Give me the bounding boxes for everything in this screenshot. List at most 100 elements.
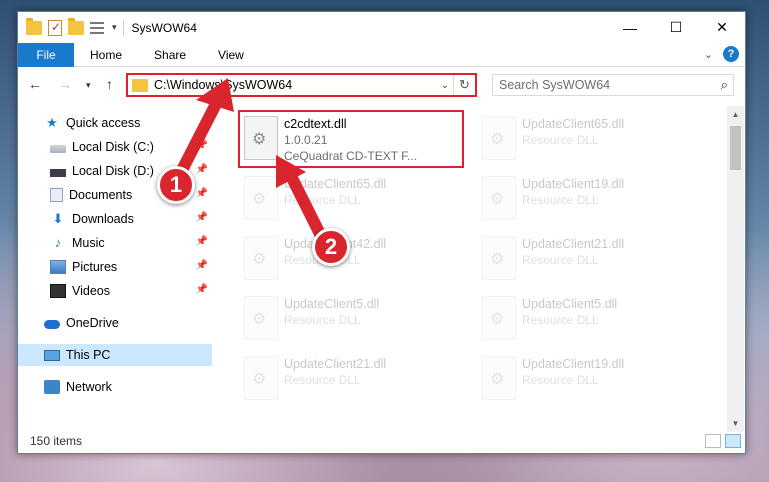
item-count: 150 items — [30, 434, 83, 448]
sidebar-item-local-disk-c[interactable]: Local Disk (C:) 📌 — [18, 136, 212, 158]
search-input[interactable]: Search SysWOW64 ⌕ — [492, 74, 734, 96]
dll-file-icon — [244, 356, 278, 400]
properties-list-icon[interactable] — [90, 21, 106, 35]
scroll-thumb[interactable] — [730, 126, 741, 170]
sidebar-item-onedrive[interactable]: OneDrive — [18, 312, 212, 334]
navigation-bar: ← → ▾ ↑ C:\Windows\SysWOW64 ⌄ ↻ Search S… — [18, 70, 745, 100]
minimize-button[interactable]: — — [607, 12, 653, 43]
close-button[interactable]: ✕ — [699, 12, 745, 43]
ribbon-right-controls: ⌄ ? — [704, 46, 739, 62]
recent-locations-chevron-icon[interactable]: ▾ — [86, 80, 91, 91]
file-type: Resource DLL — [522, 313, 599, 327]
file-name: UpdateClient21.dll — [522, 237, 625, 251]
file-type: Resource DLL — [522, 133, 599, 147]
pictures-icon — [50, 260, 66, 274]
drive-icon — [50, 169, 66, 177]
large-icons-view-icon[interactable] — [725, 434, 741, 448]
list-item[interactable]: UpdateClient5.dll Resource DLL — [478, 292, 708, 350]
file-explorer-window: ▾ SysWOW64 — ☐ ✕ File Home Share View ⌄ … — [17, 11, 746, 454]
details-view-icon[interactable] — [705, 434, 721, 448]
address-path[interactable]: C:\Windows\SysWOW64 — [154, 78, 437, 92]
sidebar-item-music[interactable]: ♪ Music 📌 — [18, 232, 212, 254]
sidebar-item-downloads[interactable]: ⬇ Downloads 📌 — [18, 208, 212, 230]
downloads-icon: ⬇ — [52, 211, 64, 226]
sidebar-item-this-pc[interactable]: This PC — [18, 344, 212, 366]
toolbar-divider — [122, 19, 124, 36]
sidebar-item-videos[interactable]: Videos 📌 — [18, 280, 212, 302]
vertical-scrollbar[interactable]: ▲ ▼ — [727, 106, 744, 432]
sidebar-item-pictures[interactable]: Pictures 📌 — [18, 256, 212, 278]
file-name: UpdateClient5.dll — [284, 297, 380, 311]
ribbon-tabs: File Home Share View ⌄ ? — [18, 42, 745, 67]
maximize-button[interactable]: ☐ — [653, 12, 699, 43]
address-dropdown-chevron-icon[interactable]: ⌄ — [437, 80, 453, 91]
tab-share[interactable]: Share — [138, 48, 202, 62]
tab-file[interactable]: File — [18, 42, 74, 67]
back-arrow-icon[interactable]: ← — [28, 76, 42, 92]
sidebar-item-label: This PC — [66, 348, 111, 362]
address-bar[interactable]: C:\Windows\SysWOW64 ⌄ ↻ — [126, 73, 477, 97]
sidebar-item-label: Pictures — [72, 260, 118, 274]
search-icon[interactable]: ⌕ — [721, 77, 728, 93]
onedrive-icon — [44, 320, 60, 329]
sidebar-item-quick-access[interactable]: ★ Quick access — [18, 112, 212, 134]
folder-icon — [132, 78, 148, 92]
tab-view[interactable]: View — [202, 48, 260, 62]
expand-ribbon-chevron-icon[interactable]: ⌄ — [704, 48, 713, 61]
pin-icon: 📌 — [195, 212, 208, 223]
tab-home[interactable]: Home — [74, 48, 138, 62]
list-item[interactable]: UpdateClient5.dll Resource DLL — [240, 292, 470, 350]
dll-file-icon — [244, 236, 278, 280]
scroll-up-arrow-icon[interactable]: ▲ — [727, 106, 744, 123]
file-type: Resource DLL — [284, 313, 361, 327]
list-item[interactable]: UpdateClient65.dll Resource DLL — [240, 172, 470, 230]
customize-toolbar-chevron-icon[interactable]: ▾ — [112, 22, 117, 33]
list-item[interactable]: UpdateClient19.dll Resource DLL — [478, 172, 708, 230]
list-item[interactable]: UpdateClient21.dll Resource DLL — [240, 352, 470, 410]
dll-file-icon — [244, 296, 278, 340]
file-name: UpdateClient65.dll — [522, 117, 625, 131]
new-folder-icon[interactable] — [68, 17, 84, 35]
documents-icon — [50, 188, 63, 202]
up-arrow-icon[interactable]: ↑ — [106, 76, 113, 92]
help-icon[interactable]: ? — [723, 46, 739, 62]
refresh-icon[interactable]: ↻ — [453, 75, 475, 95]
window-title: SysWOW64 — [131, 20, 197, 35]
file-name: UpdateClient65.dll — [284, 177, 387, 191]
search-placeholder: Search SysWOW64 — [499, 78, 611, 92]
list-item[interactable]: UpdateClient19.dll Resource DLL — [478, 352, 708, 410]
pin-icon: 📌 — [195, 164, 208, 175]
window-controls: — ☐ ✕ — [607, 12, 745, 43]
file-type: Resource DLL — [522, 193, 599, 207]
sidebar-item-label: Documents — [69, 188, 133, 202]
file-highlight-box — [238, 110, 464, 168]
sidebar-item-label: Downloads — [72, 212, 134, 226]
list-item[interactable]: UpdateClient65.dll Resource DLL — [478, 112, 708, 170]
pin-icon: 📌 — [195, 140, 208, 151]
file-type: Resource DLL — [522, 373, 599, 387]
dll-file-icon — [482, 116, 516, 160]
list-item[interactable]: UpdateClient42.dll Resource DLL — [240, 232, 470, 290]
status-bar: 150 items — [18, 429, 745, 453]
list-item[interactable]: UpdateClient21.dll Resource DLL — [478, 232, 708, 290]
dll-file-icon — [482, 176, 516, 220]
properties-check-icon[interactable] — [48, 19, 62, 36]
file-name: UpdateClient5.dll — [522, 297, 618, 311]
file-name: UpdateClient21.dll — [284, 357, 387, 371]
dll-file-icon — [482, 296, 516, 340]
sidebar-item-label: Local Disk (D:) — [72, 164, 154, 178]
drive-icon — [50, 145, 66, 153]
pin-icon: 📌 — [195, 188, 208, 199]
forward-arrow-icon[interactable]: → — [58, 76, 72, 92]
star-icon: ★ — [46, 115, 58, 130]
sidebar-item-label: Local Disk (C:) — [72, 140, 154, 154]
videos-icon — [50, 284, 66, 298]
file-name: UpdateClient19.dll — [522, 177, 625, 191]
annotation-badge-2: 2 — [312, 228, 350, 266]
title-bar: ▾ SysWOW64 — ☐ ✕ — [18, 12, 745, 43]
music-icon: ♪ — [54, 235, 62, 250]
pin-icon: 📌 — [195, 284, 208, 295]
navigation-pane: ★ Quick access Local Disk (C:) 📌 Local D… — [18, 106, 214, 438]
sidebar-item-network[interactable]: Network — [18, 376, 212, 398]
file-name: UpdateClient19.dll — [522, 357, 625, 371]
